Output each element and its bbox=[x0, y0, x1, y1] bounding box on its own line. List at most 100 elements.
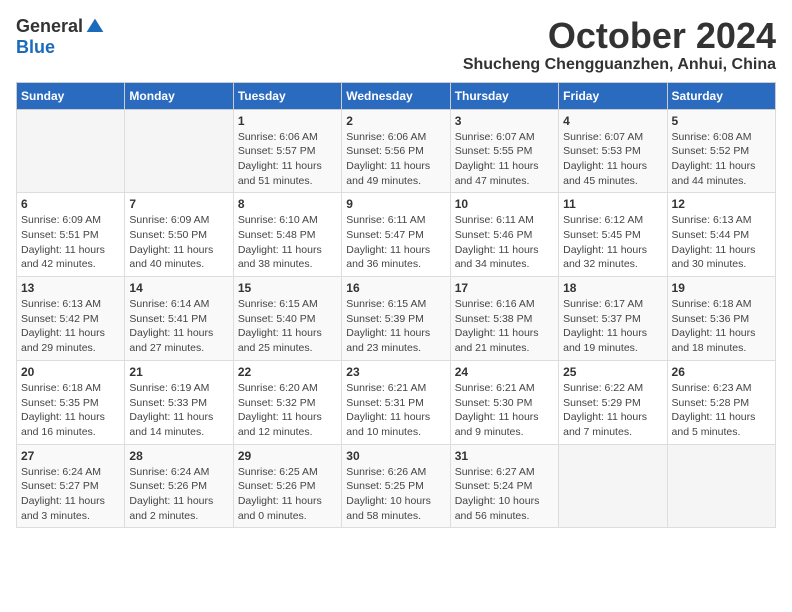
day-cell: 8 Sunrise: 6:10 AMSunset: 5:48 PMDaylight… bbox=[233, 193, 341, 277]
day-info: Sunrise: 6:06 AMSunset: 5:56 PMDaylight:… bbox=[346, 130, 445, 189]
day-number: 31 bbox=[455, 449, 554, 463]
day-cell bbox=[559, 444, 667, 528]
calendar-header-row: SundayMondayTuesdayWednesdayThursdayFrid… bbox=[17, 82, 776, 109]
day-number: 19 bbox=[672, 281, 771, 295]
day-number: 2 bbox=[346, 114, 445, 128]
header-thursday: Thursday bbox=[450, 82, 558, 109]
day-cell: 5 Sunrise: 6:08 AMSunset: 5:52 PMDaylight… bbox=[667, 109, 775, 193]
day-cell: 3 Sunrise: 6:07 AMSunset: 5:55 PMDaylight… bbox=[450, 109, 558, 193]
day-info: Sunrise: 6:10 AMSunset: 5:48 PMDaylight:… bbox=[238, 213, 337, 272]
logo-general-text: General bbox=[16, 16, 83, 37]
day-number: 21 bbox=[129, 365, 228, 379]
day-info: Sunrise: 6:24 AMSunset: 5:27 PMDaylight:… bbox=[21, 465, 120, 524]
day-number: 5 bbox=[672, 114, 771, 128]
day-number: 28 bbox=[129, 449, 228, 463]
day-info: Sunrise: 6:07 AMSunset: 5:53 PMDaylight:… bbox=[563, 130, 662, 189]
day-number: 13 bbox=[21, 281, 120, 295]
day-cell: 15Sunrise: 6:15 AMSunset: 5:40 PMDayligh… bbox=[233, 277, 341, 361]
day-cell: 30Sunrise: 6:26 AMSunset: 5:25 PMDayligh… bbox=[342, 444, 450, 528]
page-header: General Blue October 2024 Shucheng Cheng… bbox=[16, 16, 776, 74]
calendar-table: SundayMondayTuesdayWednesdayThursdayFrid… bbox=[16, 82, 776, 529]
day-cell: 12Sunrise: 6:13 AMSunset: 5:44 PMDayligh… bbox=[667, 193, 775, 277]
day-info: Sunrise: 6:15 AMSunset: 5:40 PMDaylight:… bbox=[238, 297, 337, 356]
day-number: 25 bbox=[563, 365, 662, 379]
day-cell: 11 Sunrise: 6:12 AMSunset: 5:45 PMDayligh… bbox=[559, 193, 667, 277]
header-sunday: Sunday bbox=[17, 82, 125, 109]
day-info: Sunrise: 6:24 AMSunset: 5:26 PMDaylight:… bbox=[129, 465, 228, 524]
header-wednesday: Wednesday bbox=[342, 82, 450, 109]
day-info: Sunrise: 6:21 AMSunset: 5:31 PMDaylight:… bbox=[346, 381, 445, 440]
day-number: 17 bbox=[455, 281, 554, 295]
week-row-5: 27 Sunrise: 6:24 AMSunset: 5:27 PMDayligh… bbox=[17, 444, 776, 528]
day-number: 27 bbox=[21, 449, 120, 463]
week-row-1: 1Sunrise: 6:06 AMSunset: 5:57 PMDaylight… bbox=[17, 109, 776, 193]
day-cell: 16 Sunrise: 6:15 AMSunset: 5:39 PMDayligh… bbox=[342, 277, 450, 361]
day-cell: 2 Sunrise: 6:06 AMSunset: 5:56 PMDaylight… bbox=[342, 109, 450, 193]
day-number: 3 bbox=[455, 114, 554, 128]
day-info: Sunrise: 6:18 AMSunset: 5:36 PMDaylight:… bbox=[672, 297, 771, 356]
day-number: 8 bbox=[238, 197, 337, 211]
day-cell: 25 Sunrise: 6:22 AMSunset: 5:29 PMDayligh… bbox=[559, 360, 667, 444]
day-info: Sunrise: 6:13 AMSunset: 5:44 PMDaylight:… bbox=[672, 213, 771, 272]
day-info: Sunrise: 6:09 AMSunset: 5:50 PMDaylight:… bbox=[129, 213, 228, 272]
day-info: Sunrise: 6:15 AMSunset: 5:39 PMDaylight:… bbox=[346, 297, 445, 356]
day-info: Sunrise: 6:06 AMSunset: 5:57 PMDaylight:… bbox=[238, 130, 337, 189]
day-number: 26 bbox=[672, 365, 771, 379]
header-tuesday: Tuesday bbox=[233, 82, 341, 109]
logo-blue-text: Blue bbox=[16, 37, 55, 58]
day-info: Sunrise: 6:18 AMSunset: 5:35 PMDaylight:… bbox=[21, 381, 120, 440]
day-cell: 28 Sunrise: 6:24 AMSunset: 5:26 PMDayligh… bbox=[125, 444, 233, 528]
day-cell: 26 Sunrise: 6:23 AMSunset: 5:28 PMDayligh… bbox=[667, 360, 775, 444]
day-info: Sunrise: 6:23 AMSunset: 5:28 PMDaylight:… bbox=[672, 381, 771, 440]
day-cell: 24Sunrise: 6:21 AMSunset: 5:30 PMDayligh… bbox=[450, 360, 558, 444]
month-title: October 2024 bbox=[463, 16, 776, 56]
day-info: Sunrise: 6:20 AMSunset: 5:32 PMDaylight:… bbox=[238, 381, 337, 440]
day-number: 4 bbox=[563, 114, 662, 128]
day-cell bbox=[17, 109, 125, 193]
header-friday: Friday bbox=[559, 82, 667, 109]
title-section: October 2024 Shucheng Chengguanzhen, Anh… bbox=[463, 16, 776, 74]
day-info: Sunrise: 6:19 AMSunset: 5:33 PMDaylight:… bbox=[129, 381, 228, 440]
day-cell bbox=[125, 109, 233, 193]
day-cell: 22 Sunrise: 6:20 AMSunset: 5:32 PMDayligh… bbox=[233, 360, 341, 444]
day-info: Sunrise: 6:11 AMSunset: 5:47 PMDaylight:… bbox=[346, 213, 445, 272]
logo: General Blue bbox=[16, 16, 105, 58]
day-info: Sunrise: 6:17 AMSunset: 5:37 PMDaylight:… bbox=[563, 297, 662, 356]
week-row-3: 13 Sunrise: 6:13 AMSunset: 5:42 PMDayligh… bbox=[17, 277, 776, 361]
day-number: 18 bbox=[563, 281, 662, 295]
week-row-4: 20Sunrise: 6:18 AMSunset: 5:35 PMDayligh… bbox=[17, 360, 776, 444]
day-info: Sunrise: 6:12 AMSunset: 5:45 PMDaylight:… bbox=[563, 213, 662, 272]
day-info: Sunrise: 6:11 AMSunset: 5:46 PMDaylight:… bbox=[455, 213, 554, 272]
day-number: 16 bbox=[346, 281, 445, 295]
day-cell: 27 Sunrise: 6:24 AMSunset: 5:27 PMDayligh… bbox=[17, 444, 125, 528]
day-cell: 13 Sunrise: 6:13 AMSunset: 5:42 PMDayligh… bbox=[17, 277, 125, 361]
day-cell: 19 Sunrise: 6:18 AMSunset: 5:36 PMDayligh… bbox=[667, 277, 775, 361]
day-cell: 31Sunrise: 6:27 AMSunset: 5:24 PMDayligh… bbox=[450, 444, 558, 528]
day-cell: 14Sunrise: 6:14 AMSunset: 5:41 PMDayligh… bbox=[125, 277, 233, 361]
day-number: 7 bbox=[129, 197, 228, 211]
day-info: Sunrise: 6:13 AMSunset: 5:42 PMDaylight:… bbox=[21, 297, 120, 356]
day-cell: 21 Sunrise: 6:19 AMSunset: 5:33 PMDayligh… bbox=[125, 360, 233, 444]
day-cell: 10Sunrise: 6:11 AMSunset: 5:46 PMDayligh… bbox=[450, 193, 558, 277]
day-number: 22 bbox=[238, 365, 337, 379]
day-info: Sunrise: 6:22 AMSunset: 5:29 PMDaylight:… bbox=[563, 381, 662, 440]
day-cell: 7 Sunrise: 6:09 AMSunset: 5:50 PMDaylight… bbox=[125, 193, 233, 277]
day-info: Sunrise: 6:16 AMSunset: 5:38 PMDaylight:… bbox=[455, 297, 554, 356]
day-number: 24 bbox=[455, 365, 554, 379]
day-info: Sunrise: 6:08 AMSunset: 5:52 PMDaylight:… bbox=[672, 130, 771, 189]
day-info: Sunrise: 6:26 AMSunset: 5:25 PMDaylight:… bbox=[346, 465, 445, 524]
day-cell: 23 Sunrise: 6:21 AMSunset: 5:31 PMDayligh… bbox=[342, 360, 450, 444]
day-cell bbox=[667, 444, 775, 528]
day-cell: 6Sunrise: 6:09 AMSunset: 5:51 PMDaylight… bbox=[17, 193, 125, 277]
day-info: Sunrise: 6:25 AMSunset: 5:26 PMDaylight:… bbox=[238, 465, 337, 524]
day-number: 11 bbox=[563, 197, 662, 211]
day-info: Sunrise: 6:14 AMSunset: 5:41 PMDaylight:… bbox=[129, 297, 228, 356]
day-cell: 1Sunrise: 6:06 AMSunset: 5:57 PMDaylight… bbox=[233, 109, 341, 193]
day-cell: 17 Sunrise: 6:16 AMSunset: 5:38 PMDayligh… bbox=[450, 277, 558, 361]
header-saturday: Saturday bbox=[667, 82, 775, 109]
day-cell: 9Sunrise: 6:11 AMSunset: 5:47 PMDaylight… bbox=[342, 193, 450, 277]
day-info: Sunrise: 6:07 AMSunset: 5:55 PMDaylight:… bbox=[455, 130, 554, 189]
day-cell: 20Sunrise: 6:18 AMSunset: 5:35 PMDayligh… bbox=[17, 360, 125, 444]
day-number: 23 bbox=[346, 365, 445, 379]
day-cell: 29Sunrise: 6:25 AMSunset: 5:26 PMDayligh… bbox=[233, 444, 341, 528]
